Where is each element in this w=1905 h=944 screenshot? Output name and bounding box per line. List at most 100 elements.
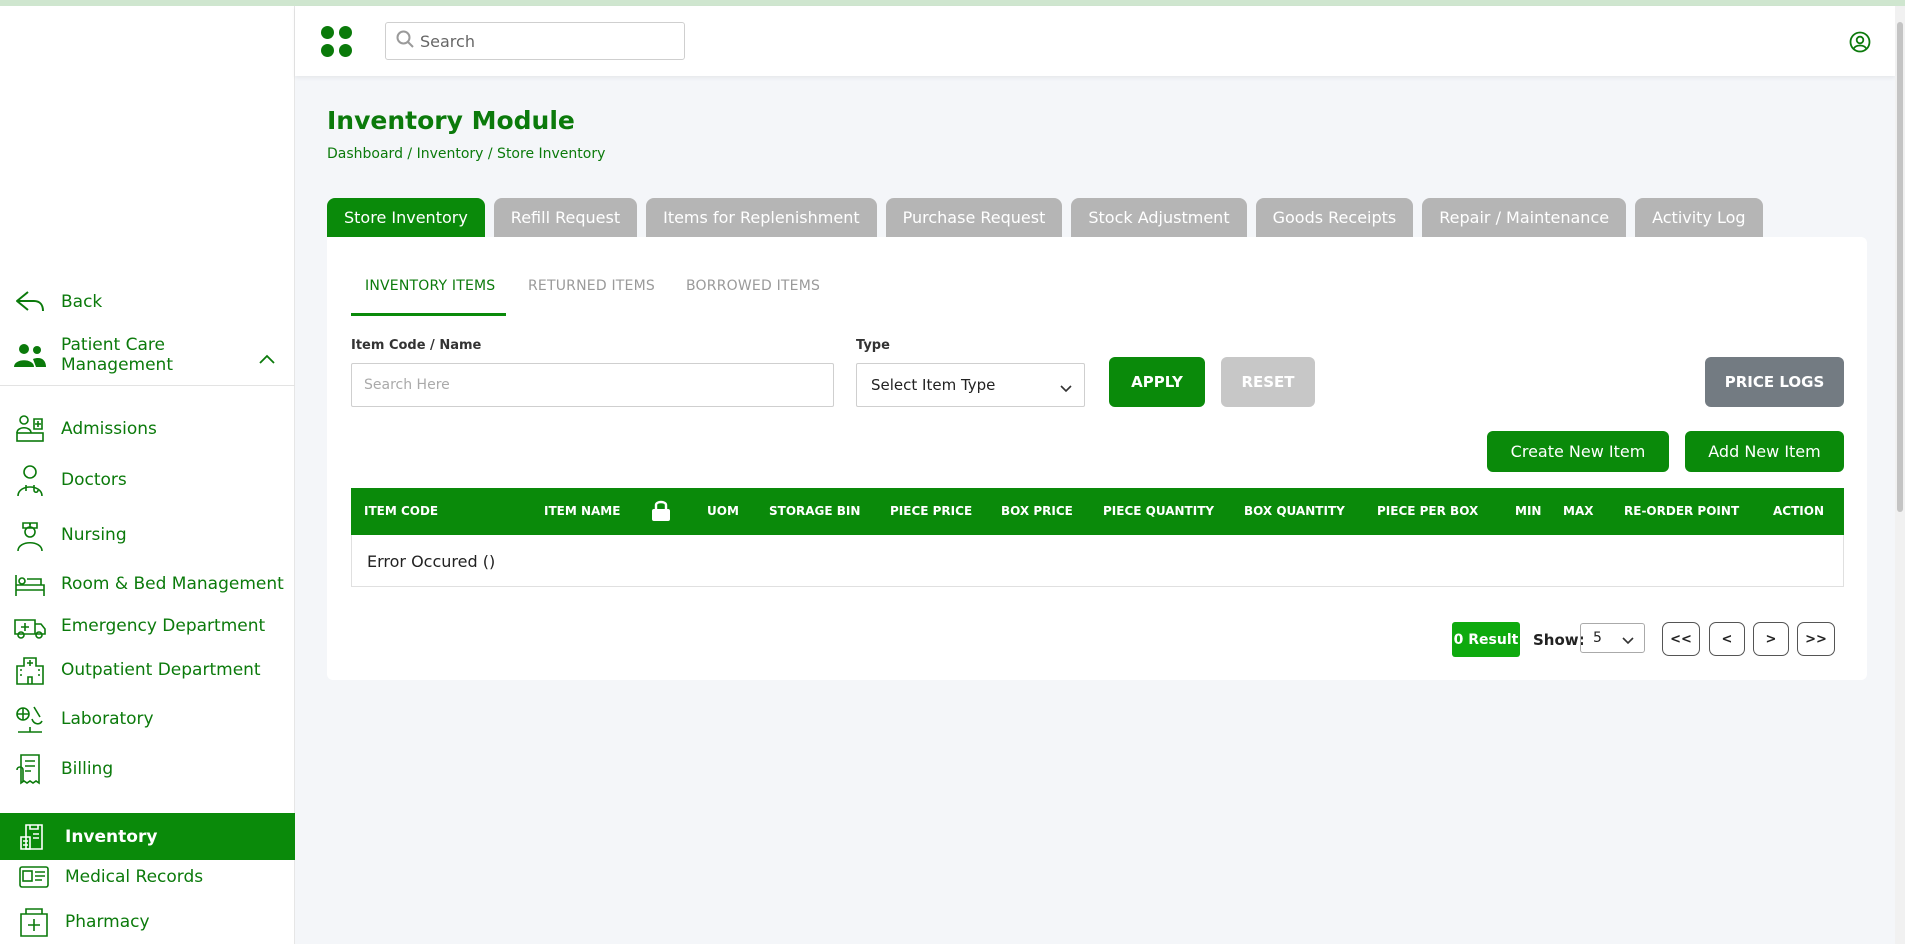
first-page-button[interactable]: << [1662,622,1700,656]
search-placeholder: Search [420,31,475,51]
sidebar-item-label: Laboratory [61,709,154,729]
sidebar-item-label: Admissions [61,419,157,439]
col-uom: UOM [707,504,739,518]
apps-grid-icon[interactable] [321,26,353,58]
table-header: ITEM CODE ITEM NAME UOM STORAGE BIN PIEC… [351,488,1844,535]
last-page-button[interactable]: >> [1797,622,1835,656]
inventory-icon [16,819,52,855]
page-title: Inventory Module [327,106,575,135]
reset-button[interactable]: RESET [1221,357,1315,407]
chevron-up-icon[interactable] [258,350,276,369]
item-type-select[interactable]: Select Item Type [856,363,1085,407]
tab-items-for-replenishment[interactable]: Items for Replenishment [646,198,877,237]
col-min: MIN [1515,504,1542,518]
sidebar-divider [0,385,295,386]
sidebar-item-admissions[interactable]: Admissions [0,411,295,447]
search-icon [396,30,414,52]
tab-goods-receipts[interactable]: Goods Receipts [1255,198,1414,237]
tab-stock-adjustment[interactable]: Stock Adjustment [1071,198,1247,237]
chevron-down-icon [1622,633,1634,649]
admissions-icon [12,411,48,447]
subtab-active-indicator [351,313,506,316]
breadcrumb[interactable]: Dashboard / Inventory / Store Inventory [327,146,605,162]
col-piece-price: PIECE PRICE [890,504,973,518]
back-label: Back [61,292,103,312]
result-count-badge: 0 Result [1452,622,1520,657]
nurse-icon [12,517,48,553]
people-icon [12,337,48,373]
back-arrow-icon [12,284,48,320]
sidebar-item-label: Doctors [61,470,127,490]
sidebar-item-emergency[interactable]: Emergency Department [0,608,295,644]
tab-activity-log[interactable]: Activity Log [1635,198,1763,237]
col-box-price: BOX PRICE [1001,504,1073,518]
sidebar-item-billing[interactable]: Billing [0,751,295,787]
table-body: Error Occured () [351,535,1844,587]
sidebar-item-doctors[interactable]: Doctors [0,462,295,498]
tab-repair-maintenance[interactable]: Repair / Maintenance [1422,198,1627,237]
prev-page-button[interactable]: < [1709,622,1745,656]
sidebar-item-label: Outpatient Department [61,660,261,680]
col-piece-per-box: PIECE PER BOX [1377,504,1479,518]
col-piece-quantity: PIECE QUANTITY [1103,504,1215,518]
col-box-quantity: BOX QUANTITY [1244,504,1345,518]
pharmacy-icon [16,904,52,940]
item-type-value: Select Item Type [871,376,996,394]
microscope-icon [12,701,48,737]
sidebar-item-label: Pharmacy [65,912,150,932]
doctor-icon [12,462,48,498]
records-icon [16,859,52,895]
top-header: Search [295,6,1895,76]
subtab-inventory-items[interactable]: INVENTORY ITEMS [365,278,495,294]
sidebar-item-label: Inventory [65,826,158,847]
module-tabs: Store Inventory Refill Request Items for… [327,198,1772,237]
sidebar-item-inventory[interactable]: Inventory [0,813,295,860]
sidebar-item-pharmacy[interactable]: Pharmacy [0,904,295,940]
next-page-button[interactable]: > [1753,622,1789,656]
add-new-item-button[interactable]: Add New Item [1685,431,1844,472]
show-label: Show: [1533,631,1585,649]
tab-purchase-request[interactable]: Purchase Request [885,198,1063,237]
back-button[interactable]: Back [0,284,295,320]
tab-store-inventory[interactable]: Store Inventory [327,198,485,237]
sidebar-item-label: Emergency Department [61,616,266,636]
price-logs-button[interactable]: PRICE LOGS [1705,357,1844,407]
col-storage-bin: STORAGE BIN [769,504,861,518]
col-item-name: ITEM NAME [544,504,621,518]
table-error-message: Error Occured () [367,552,496,571]
item-code-label: Item Code / Name [351,338,482,353]
lock-icon [651,499,671,524]
tab-refill-request[interactable]: Refill Request [493,198,638,237]
subtab-borrowed-items[interactable]: BORROWED ITEMS [686,278,820,294]
type-label: Type [856,338,890,353]
col-action: ACTION [1773,504,1824,518]
sidebar-item-medical-records[interactable]: Medical Records [0,859,295,895]
subtab-returned-items[interactable]: RETURNED ITEMS [528,278,655,294]
sidebar-item-label: Room & Bed Management [61,574,284,594]
hospital-icon [12,652,48,688]
user-account-icon[interactable] [1849,31,1871,57]
sidebar-item-label: Medical Records [65,867,204,887]
sidebar-group-label: Patient Care Management [61,335,173,375]
page-size-select[interactable]: 5 [1580,623,1645,653]
inventory-card: INVENTORY ITEMS RETURNED ITEMS BORROWED … [327,237,1867,680]
col-reorder-point: RE-ORDER POINT [1624,504,1740,518]
sidebar-item-room-bed[interactable]: Room & Bed Management [0,566,295,602]
page-scrollbar[interactable] [1895,6,1905,944]
sidebar-item-outpatient[interactable]: Outpatient Department [0,652,295,688]
ambulance-icon [12,608,48,644]
search-input[interactable]: Search [385,22,685,60]
item-search-input[interactable]: Search Here [351,363,834,407]
create-new-item-button[interactable]: Create New Item [1487,431,1669,472]
col-max: MAX [1563,504,1594,518]
sidebar-item-laboratory[interactable]: Laboratory [0,701,295,737]
scrollbar-thumb[interactable] [1897,22,1903,512]
apply-button[interactable]: APPLY [1109,357,1205,407]
bed-icon [12,566,48,602]
sidebar-item-label: Nursing [61,525,127,545]
billing-icon [12,751,48,787]
sidebar-item-nursing[interactable]: Nursing [0,517,295,553]
col-item-code: ITEM CODE [364,504,439,518]
sidebar: Back Patient Care Management Admissions … [0,6,295,944]
sidebar-group-patient-care[interactable]: Patient Care Management [0,333,295,377]
